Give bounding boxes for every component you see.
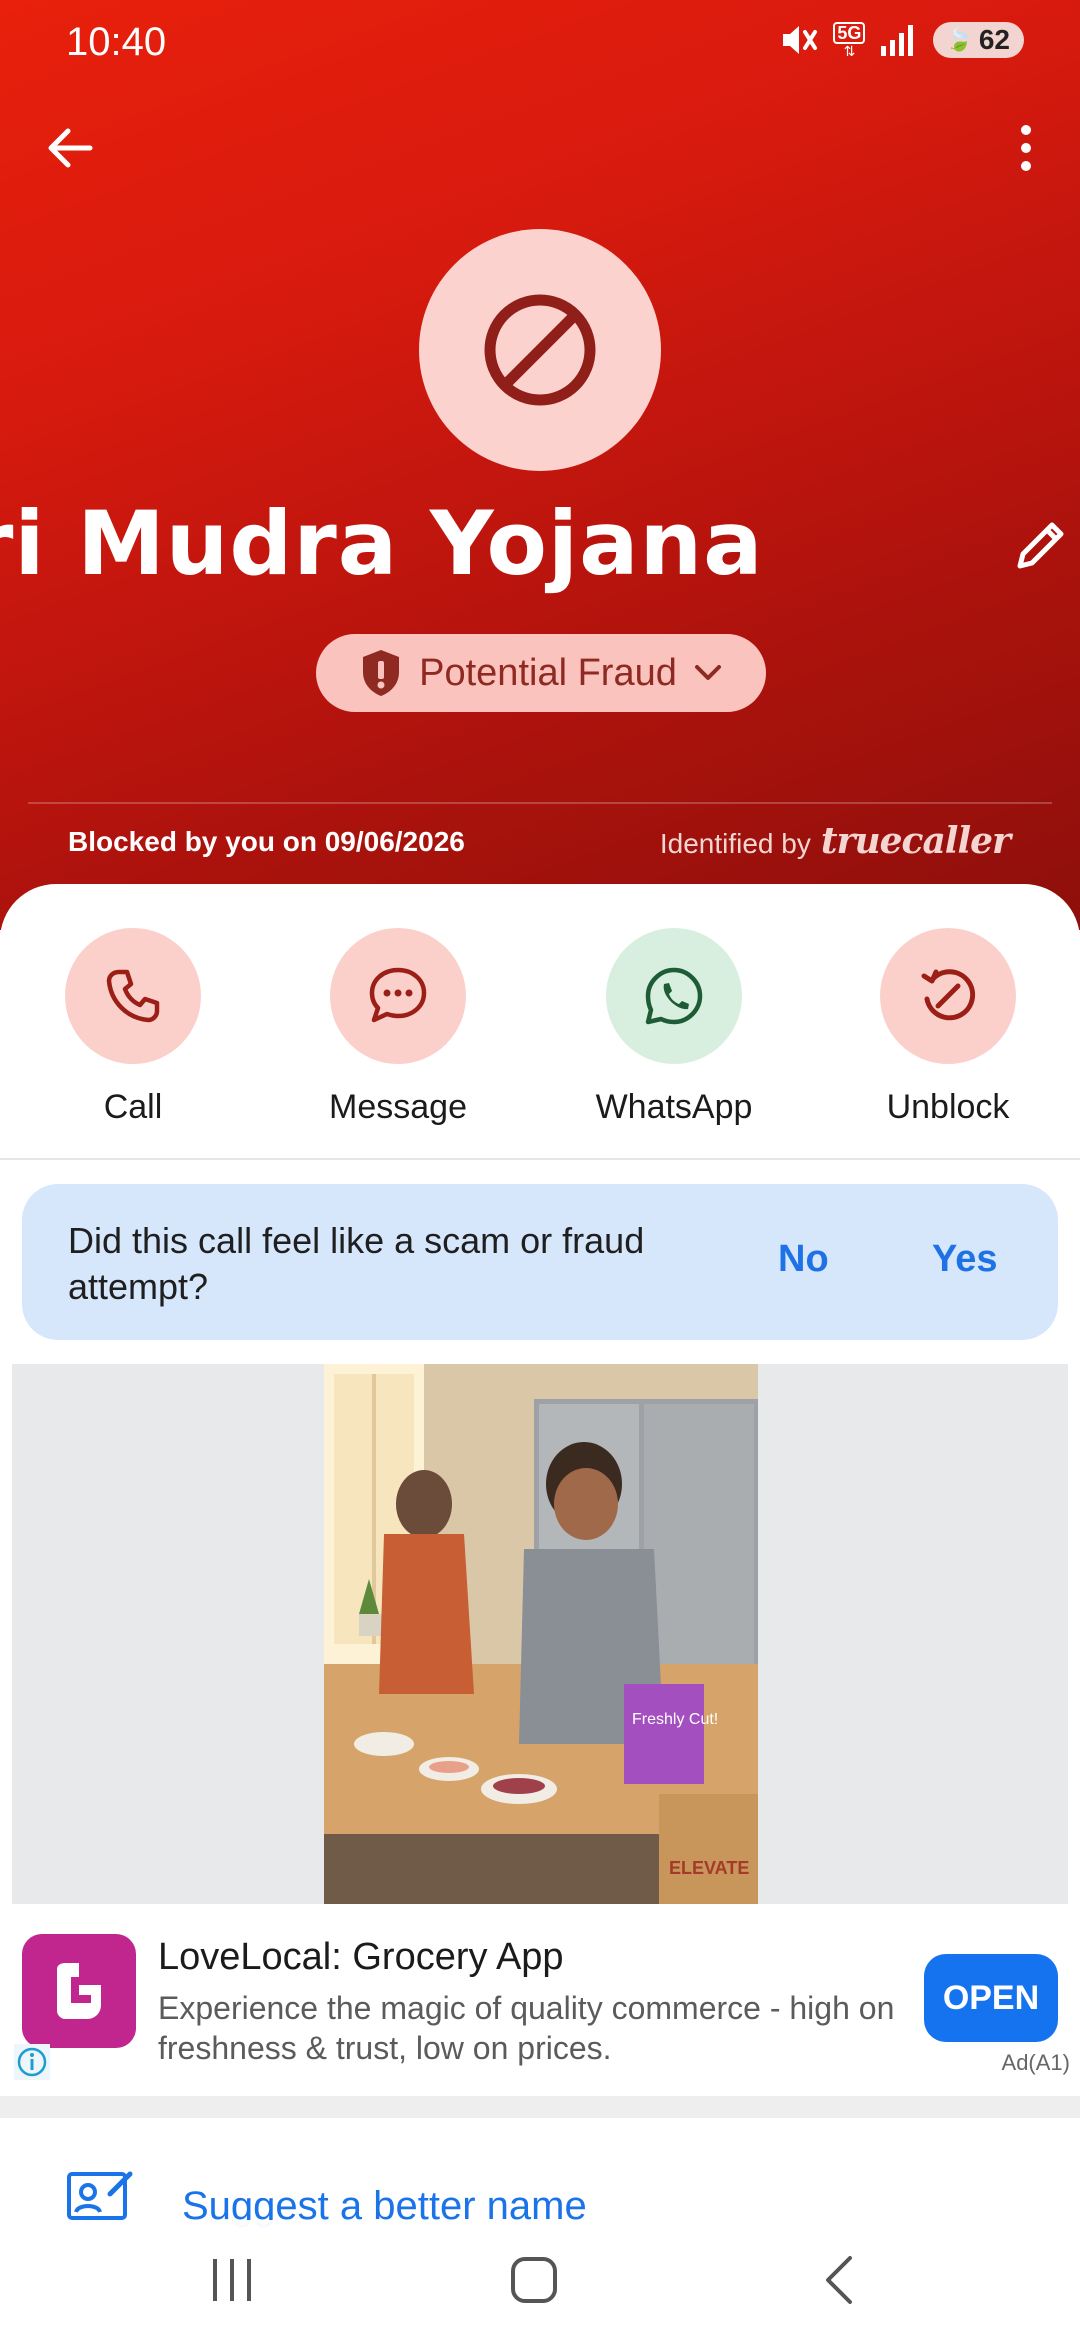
scam-question: Did this call feel like a scam or fraud … (68, 1220, 645, 1307)
scam-feedback-card: Did this call feel like a scam or fraud … (22, 1184, 1058, 1340)
ad-open-button[interactable]: OPEN (924, 1954, 1058, 2042)
suggest-name-row[interactable]: Suggest a better name (0, 2122, 1080, 2232)
system-nav-bar (0, 2220, 1080, 2340)
ad-description: Experience the magic of quality commerce… (158, 1990, 895, 2066)
mute-icon (783, 26, 818, 54)
whatsapp-action[interactable]: WhatsApp (574, 928, 774, 1127)
blocked-icon (484, 294, 596, 406)
contact-header: 10:40 5G ⇅ 🍃 62 ri Mudra Yojana Potentia… (0, 0, 1080, 930)
section-divider (0, 1158, 1080, 1160)
whatsapp-button[interactable] (606, 928, 742, 1064)
lovelocal-logo (22, 1934, 136, 2048)
more-vertical-icon (1021, 125, 1031, 171)
chevron-down-icon (694, 665, 721, 680)
unblock-label: Unblock (886, 1088, 1010, 1126)
unblock-button[interactable] (880, 928, 1016, 1064)
section-gap (0, 2096, 1080, 2118)
unblock-icon (921, 969, 976, 1021)
arrow-left-icon (48, 128, 93, 168)
scam-yes-button[interactable]: Yes (932, 1238, 998, 1281)
ad-info-icon[interactable] (14, 2044, 50, 2080)
more-options-button[interactable] (994, 116, 1058, 180)
fraud-label-text: Potential Fraud (419, 651, 677, 694)
call-button[interactable] (65, 928, 201, 1064)
identified-by: Identified by truecaller (659, 820, 1011, 862)
signal-icon (881, 25, 914, 56)
battery-level: 62 (978, 24, 1010, 55)
home-icon (511, 2257, 557, 2303)
blocked-date-text: Blocked by you on 09/06/2026 (68, 826, 465, 857)
whatsapp-icon (645, 967, 703, 1025)
message-label: Message (329, 1088, 467, 1126)
fraud-label-chip[interactable]: Potential Fraud (316, 634, 766, 712)
truecaller-logo: truecaller (820, 820, 1011, 862)
battery-indicator: 🍃 62 (933, 22, 1024, 58)
call-action[interactable]: Call (33, 928, 233, 1127)
lovelocal-icon (57, 1963, 101, 2019)
edit-name-button[interactable] (1014, 516, 1078, 580)
ad-photo[interactable]: Freshly Cut! ELEVATE (324, 1364, 758, 1904)
ad-media[interactable]: Freshly Cut! ELEVATE (12, 1364, 1068, 1904)
recents-icon (213, 2259, 251, 2301)
message-button[interactable] (330, 928, 466, 1064)
edit-contact-icon (67, 2171, 133, 2220)
ad-info-row[interactable]: LoveLocal: Grocery App Experience the ma… (0, 1904, 1080, 2080)
back-chevron-icon (826, 2256, 852, 2304)
unblock-action[interactable]: Unblock (848, 928, 1048, 1127)
recent-apps-button[interactable] (192, 2250, 272, 2310)
contact-name: ri Mudra Yojana (0, 492, 764, 595)
ad-title: LoveLocal: Grocery App (158, 1936, 564, 1978)
chat-icon (369, 967, 427, 1023)
status-bar: 10:40 5G ⇅ 🍃 62 (0, 0, 1080, 90)
contact-avatar (419, 229, 661, 471)
back-button[interactable] (38, 116, 102, 180)
details-sheet: Call Message WhatsApp Unblock Did this c… (0, 884, 1080, 2340)
message-action[interactable]: Message (298, 928, 498, 1127)
ad-photo-bag-text: Freshly Cut! (632, 1711, 718, 1728)
ad-kitchen-illustration: Freshly Cut! ELEVATE (324, 1364, 758, 1904)
ad-tag: Ad(A1) (1001, 2050, 1070, 2075)
home-button[interactable] (494, 2250, 574, 2310)
action-row: Call Message WhatsApp Unblock (0, 928, 1080, 1128)
pencil-icon (1017, 522, 1064, 569)
system-back-button[interactable] (798, 2250, 878, 2310)
whatsapp-label: WhatsApp (595, 1088, 753, 1126)
status-time: 10:40 (66, 20, 167, 64)
scam-no-button[interactable]: No (778, 1238, 829, 1281)
header-divider (28, 802, 1052, 804)
shield-alert-icon (363, 650, 400, 696)
call-label: Call (103, 1088, 163, 1126)
ad-photo-box-text: ELEVATE (669, 1858, 749, 1878)
identified-prefix: Identified by (659, 828, 811, 859)
phone-icon (106, 969, 160, 1023)
battery-saver-icon: 🍃 (945, 27, 973, 52)
network-5g-icon: 5G ⇅ (833, 22, 866, 58)
status-icons: 5G ⇅ 🍃 62 (779, 22, 1024, 58)
